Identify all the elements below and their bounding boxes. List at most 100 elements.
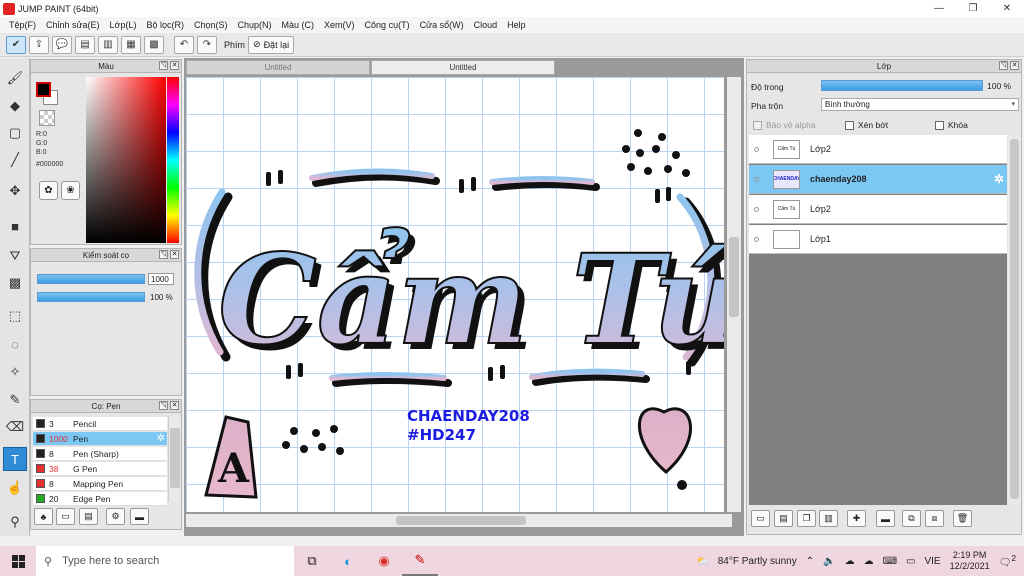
- close-icon[interactable]: ✕: [170, 250, 179, 259]
- lasso-icon[interactable]: ◌: [3, 332, 27, 356]
- layer-item[interactable]: Cẩm Tú Lớp2: [749, 195, 1007, 224]
- float-icon[interactable]: ◹: [159, 61, 168, 70]
- dropper-icon[interactable]: ⚲: [3, 510, 27, 534]
- close-icon[interactable]: ✕: [1010, 61, 1019, 70]
- layer-list-scrollbar[interactable]: [1008, 135, 1021, 505]
- reset-button[interactable]: ⊘ Đặt lại: [248, 35, 295, 54]
- hue-slider[interactable]: [167, 77, 179, 243]
- pen-item-pen[interactable]: 1000 Pen ✲: [33, 432, 167, 446]
- tree-icon[interactable]: ♣: [34, 508, 53, 525]
- brush-size-value[interactable]: 1000: [148, 273, 174, 285]
- menu-color[interactable]: Màu (C): [277, 20, 320, 30]
- menu-cloud[interactable]: Cloud: [469, 20, 503, 30]
- select-rect-icon[interactable]: ⬚: [3, 304, 27, 328]
- blend-mode-select[interactable]: Bình thường ▾: [821, 98, 1019, 111]
- magic-wand-icon[interactable]: ✧: [3, 360, 27, 384]
- start-button[interactable]: [0, 546, 36, 576]
- pen-item-pen-sharp[interactable]: 8 Pen (Sharp): [33, 447, 167, 461]
- layer-item[interactable]: Lớp1: [749, 225, 1007, 254]
- menu-tools[interactable]: Công cụ(T): [360, 20, 415, 30]
- comment-icon[interactable]: 💬: [52, 35, 72, 54]
- canvas-vertical-scrollbar[interactable]: [727, 77, 741, 512]
- edge-icon[interactable]: ◐: [330, 546, 366, 576]
- duplicate-layer-icon[interactable]: ❐: [797, 510, 816, 527]
- volume-icon[interactable]: 🔈: [823, 556, 835, 567]
- gradient-icon[interactable]: ▩: [3, 271, 27, 295]
- clock[interactable]: 2:19 PM 12/2/2021: [950, 550, 990, 572]
- protect-alpha-checkbox[interactable]: Bảo vệ alpha: [753, 120, 816, 130]
- palette-edit-icon[interactable]: ❀: [61, 181, 80, 200]
- maximize-button[interactable]: ❐: [956, 0, 990, 17]
- text-icon[interactable]: T: [3, 447, 27, 471]
- pen-item-pencil[interactable]: 3 Pencil: [33, 417, 167, 431]
- redo-icon[interactable]: ↷: [197, 35, 217, 54]
- brush-settings-icon[interactable]: ⚙: [106, 508, 125, 525]
- rect-icon[interactable]: ▢: [3, 121, 27, 145]
- brush-size-slider[interactable]: [37, 274, 145, 284]
- eye-icon[interactable]: [749, 236, 763, 242]
- bucket-icon[interactable]: ⛛: [3, 244, 27, 268]
- layout-icon[interactable]: ▦: [121, 35, 141, 54]
- panel-icon[interactable]: ▤: [75, 35, 95, 54]
- menu-capture[interactable]: Chụp(N): [233, 20, 277, 30]
- check-icon[interactable]: ✔: [6, 35, 26, 54]
- canvas-horizontal-scrollbar[interactable]: [186, 514, 732, 527]
- brush-menu-icon[interactable]: ▤: [79, 508, 98, 525]
- eraser-icon[interactable]: ◆: [3, 94, 27, 118]
- brush-opacity-slider[interactable]: [37, 292, 145, 302]
- close-icon[interactable]: ✕: [170, 61, 179, 70]
- add-layer-menu-icon[interactable]: ✚: [847, 510, 866, 527]
- fill-rect-icon[interactable]: ■: [3, 214, 27, 238]
- tab-untitled-1[interactable]: Untitled: [186, 60, 370, 75]
- move-icon[interactable]: ✥: [3, 179, 27, 203]
- layer-opacity-slider[interactable]: [821, 80, 983, 91]
- pen-list-scrollbar[interactable]: [168, 416, 180, 502]
- close-button[interactable]: ✕: [990, 0, 1024, 17]
- page-icon[interactable]: ▥: [98, 35, 118, 54]
- export-icon[interactable]: ⇪: [29, 35, 49, 54]
- gear-icon[interactable]: ✲: [994, 172, 1004, 186]
- gear-icon[interactable]: ✲: [157, 433, 165, 444]
- layer-item-selected[interactable]: CHAENDAY chaenday208 ✲: [749, 165, 1007, 194]
- saturation-value-picker[interactable]: [86, 77, 166, 243]
- pen-item-g-pen[interactable]: 38 G Pen: [33, 462, 167, 476]
- menu-view[interactable]: Xem(V): [319, 20, 360, 30]
- menu-window[interactable]: Cửa sổ(W): [415, 20, 469, 30]
- chevron-up-icon[interactable]: ⌃: [806, 556, 814, 567]
- menu-help[interactable]: Help: [502, 20, 531, 30]
- new-layer-page-icon[interactable]: ▤: [774, 510, 793, 527]
- transparent-swatch[interactable]: [39, 110, 55, 126]
- drawing-canvas[interactable]: Cẩm Tú Cẩm Tú A CHAENDAY208 #HD247: [186, 77, 724, 512]
- pen-item-edge-pen[interactable]: 20 Edge Pen: [33, 492, 167, 506]
- display-icon[interactable]: ▭: [906, 556, 915, 567]
- network-icon[interactable]: ☁: [845, 556, 855, 567]
- float-icon[interactable]: ◹: [159, 401, 168, 410]
- eye-icon[interactable]: [749, 176, 763, 182]
- menu-layer[interactable]: Lớp(L): [105, 20, 142, 30]
- minimize-button[interactable]: —: [922, 0, 956, 17]
- line-icon[interactable]: ╱: [3, 148, 27, 172]
- clip-checkbox[interactable]: Xén bớt: [845, 120, 888, 130]
- folder-icon[interactable]: ▬: [876, 510, 895, 527]
- layer-item[interactable]: Cẩm Tú Lớp2: [749, 135, 1007, 164]
- weather-text[interactable]: 84°F Partly sunny: [718, 556, 797, 567]
- float-icon[interactable]: ◹: [999, 61, 1008, 70]
- undo-icon[interactable]: ↶: [174, 35, 194, 54]
- float-icon[interactable]: ◹: [159, 250, 168, 259]
- language-indicator[interactable]: VIE: [924, 556, 940, 567]
- close-icon[interactable]: ✕: [170, 401, 179, 410]
- merge-layer-icon[interactable]: ⧈: [925, 510, 944, 527]
- select-pen-icon[interactable]: ✎: [3, 388, 27, 412]
- trash-icon[interactable]: 🗑: [953, 510, 972, 527]
- foreground-color-swatch[interactable]: [36, 82, 51, 97]
- folder-icon[interactable]: ▬: [130, 508, 149, 525]
- taskbar-search[interactable]: ⚲ Type here to search: [36, 546, 294, 576]
- new-brush-icon[interactable]: ▭: [56, 508, 75, 525]
- onedrive-icon[interactable]: ☁: [864, 556, 874, 567]
- keyboard-icon[interactable]: ⌨: [883, 556, 897, 567]
- eye-icon[interactable]: [749, 206, 763, 212]
- new-layer-icon[interactable]: ▭: [751, 510, 770, 527]
- layer-mask-icon[interactable]: ▥: [819, 510, 838, 527]
- menu-select[interactable]: Chọn(S): [189, 20, 233, 30]
- menu-filter[interactable]: Bộ lọc(R): [141, 20, 189, 30]
